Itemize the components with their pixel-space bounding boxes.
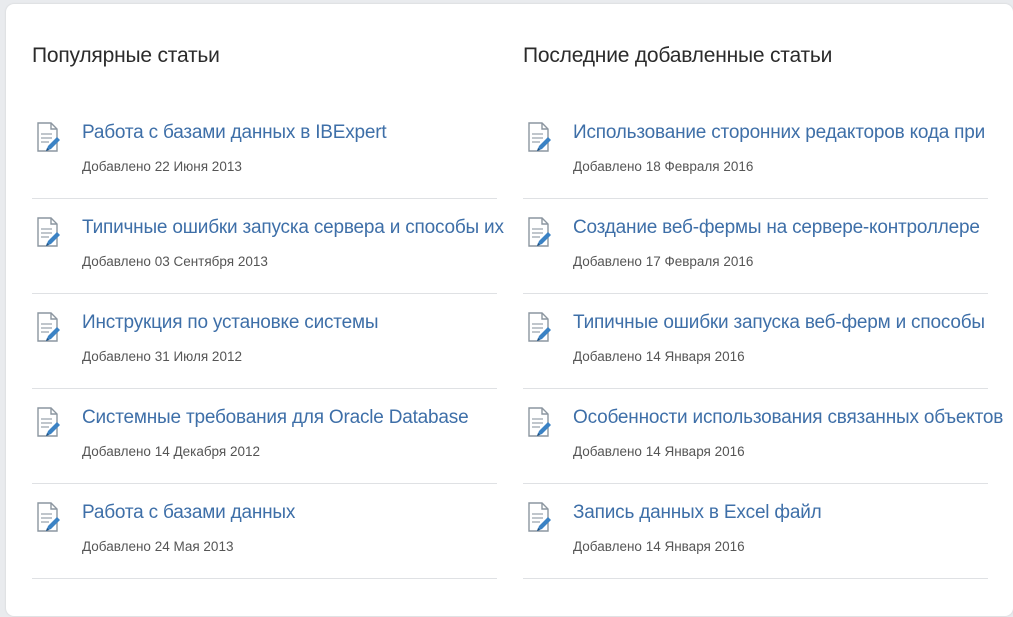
popular-articles-list: Работа с базами данных в IBExpert Добавл… <box>32 106 504 579</box>
list-item: Работа с базами данных в IBExpert Добавл… <box>32 106 497 199</box>
article-date: Добавлено 24 Мая 2013 <box>82 539 234 554</box>
list-item: Запись данных в Excel файл Добавлено 14 … <box>523 486 988 579</box>
article-date: Добавлено 31 Июля 2012 <box>82 349 242 364</box>
article-link[interactable]: Типичные ошибки запуска веб-ферм и спосо… <box>573 312 985 334</box>
article-date: Добавлено 03 Сентября 2013 <box>82 254 268 269</box>
list-item: Создание веб-фермы на сервере-контроллер… <box>523 201 988 294</box>
document-edit-icon <box>528 502 551 532</box>
article-link[interactable]: Работа с базами данных в IBExpert <box>82 122 387 144</box>
article-date: Добавлено 14 Января 2016 <box>573 444 745 459</box>
list-item: Системные требования для Oracle Database… <box>32 391 497 484</box>
document-edit-icon <box>528 122 551 152</box>
recent-articles-heading: Последние добавленные статьи <box>523 44 833 67</box>
recent-articles-section: Последние добавленные статьи Использован… <box>523 4 1003 581</box>
article-link[interactable]: Работа с базами данных <box>82 502 295 524</box>
article-date: Добавлено 18 Февраля 2016 <box>573 159 754 174</box>
article-link[interactable]: Системные требования для Oracle Database <box>82 407 469 429</box>
list-item: Типичные ошибки запуска веб-ферм и спосо… <box>523 296 988 389</box>
article-link[interactable]: Типичные ошибки запуска сервера и способ… <box>82 217 504 239</box>
document-edit-icon <box>528 407 551 437</box>
list-item: Использование сторонних редакторов кода … <box>523 106 988 199</box>
recent-articles-list: Использование сторонних редакторов кода … <box>523 106 1003 579</box>
popular-articles-section: Популярные статьи Работа с базами данных… <box>32 4 504 581</box>
document-edit-icon <box>528 217 551 247</box>
list-item: Работа с базами данных Добавлено 24 Мая … <box>32 486 497 579</box>
list-item: Инструкция по установке системы Добавлен… <box>32 296 497 389</box>
document-edit-icon <box>528 312 551 342</box>
article-link[interactable]: Создание веб-фермы на сервере-контроллер… <box>573 217 980 239</box>
article-link[interactable]: Особенности использования связанных объе… <box>573 407 1003 429</box>
document-edit-icon <box>37 217 60 247</box>
article-link[interactable]: Использование сторонних редакторов кода … <box>573 122 985 144</box>
article-link[interactable]: Запись данных в Excel файл <box>573 502 822 524</box>
articles-panel: Популярные статьи Работа с базами данных… <box>6 4 1013 616</box>
article-date: Добавлено 14 Января 2016 <box>573 539 745 554</box>
list-item: Особенности использования связанных объе… <box>523 391 1003 484</box>
article-date: Добавлено 14 Января 2016 <box>573 349 745 364</box>
article-date: Добавлено 17 Февраля 2016 <box>573 254 754 269</box>
document-edit-icon <box>37 502 60 532</box>
document-edit-icon <box>37 407 60 437</box>
document-edit-icon <box>37 312 60 342</box>
article-date: Добавлено 22 Июня 2013 <box>82 159 242 174</box>
article-link[interactable]: Инструкция по установке системы <box>82 312 378 334</box>
document-edit-icon <box>37 122 60 152</box>
list-item: Типичные ошибки запуска сервера и способ… <box>32 201 504 294</box>
popular-articles-heading: Популярные статьи <box>32 44 220 67</box>
article-date: Добавлено 14 Декабря 2012 <box>82 444 261 459</box>
